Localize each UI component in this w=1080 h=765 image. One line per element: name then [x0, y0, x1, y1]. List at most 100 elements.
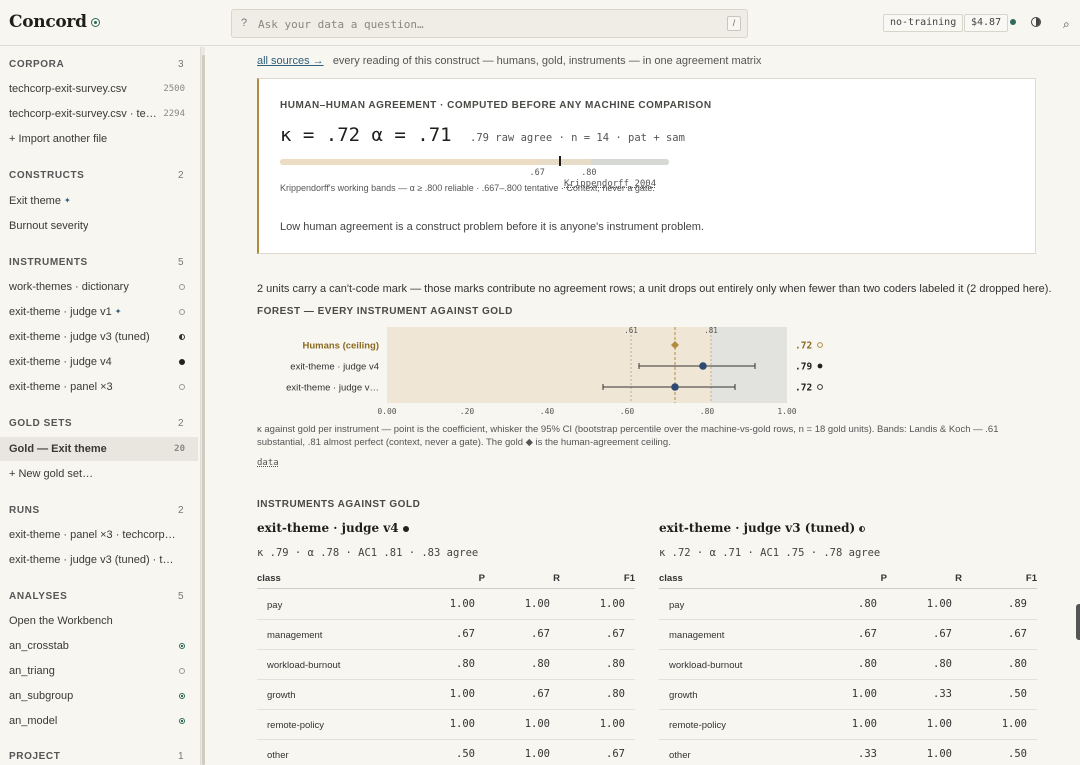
data-link[interactable]: data	[257, 458, 279, 468]
table-row[interactable]: management .67 .67 .67	[659, 620, 1037, 650]
col-header-f1: F1	[623, 573, 635, 584]
new-gold-set-link[interactable]: + New gold set…	[0, 462, 198, 486]
instrument-stats: κ .79 · α .78 · AC1 .81 · .83 agree	[257, 547, 479, 559]
instrument-name: exit-theme · judge v4	[257, 521, 409, 535]
band-tentative	[539, 159, 592, 165]
theme-toggle-icon[interactable]	[1031, 17, 1041, 27]
status-half-icon	[817, 384, 823, 390]
band-tick-label: .80	[581, 168, 597, 178]
sidebar-item-label: an_model	[9, 715, 58, 727]
plot-band-low	[387, 327, 711, 403]
table-header: class P R F1	[257, 572, 635, 589]
col-header-class: class	[257, 573, 281, 584]
recall-cell: 1.00	[524, 748, 550, 760]
table-row[interactable]: pay .80 1.00 .89	[659, 590, 1037, 620]
f1-cell: .67	[1008, 628, 1027, 640]
f1-cell: .89	[1008, 598, 1027, 610]
precision-cell: .67	[858, 628, 877, 640]
precision-cell: .80	[858, 598, 877, 610]
sidebar-item-instrument[interactable]: exit-theme · judge v1 ✦	[0, 300, 198, 324]
table-row[interactable]: growth 1.00 .67 .80	[257, 680, 635, 710]
instrument-status-icon	[402, 526, 409, 532]
human-agreement-card: HUMAN–HUMAN AGREEMENT · COMPUTED BEFORE …	[257, 78, 1036, 254]
status-empty-icon	[179, 309, 185, 315]
recall-cell: .80	[933, 658, 952, 670]
app-logo[interactable]: Concord	[9, 12, 100, 32]
class-cell: management	[267, 630, 323, 641]
sidebar-item-analysis[interactable]: an_model	[0, 709, 198, 733]
sidebar-item-instrument[interactable]: work-themes · dictionary	[0, 275, 198, 299]
sidebar-item-label: exit-theme · judge v1	[9, 306, 112, 318]
instrument-name-text: exit-theme · judge v4	[257, 521, 399, 535]
sidebar-item-analysis[interactable]: an_subgroup	[0, 684, 198, 708]
sidebar-item-run[interactable]: exit-theme · panel ×3 · techcorp-…	[0, 523, 198, 547]
sidebar-item-label: Burnout severity	[9, 220, 89, 232]
table-row[interactable]: workload-burnout .80 .80 .80	[659, 650, 1037, 680]
band-label: .61	[624, 326, 638, 335]
sidebar-item-instrument[interactable]: exit-theme · judge v3 (tuned)	[0, 325, 198, 349]
logo-dot-icon	[90, 18, 100, 27]
breadcrumb-text: every reading of this construct — humans…	[332, 55, 762, 67]
scrollbar-thumb[interactable]	[202, 55, 205, 765]
ceiling-marker-icon	[817, 342, 823, 348]
ask-box[interactable]: ? /	[231, 9, 748, 38]
kappa-marker	[559, 156, 562, 166]
f1-cell: .80	[1008, 658, 1027, 670]
col-header-r: R	[553, 573, 560, 584]
status-teal-icon	[179, 718, 185, 724]
sidebar-item-label: exit-theme · judge v3 (tuned) · t…	[9, 554, 174, 566]
sidebar-item-label: exit-theme · judge v4	[9, 356, 112, 368]
section-count: 2	[178, 170, 184, 181]
sidebar-item-analysis[interactable]: an_triang	[0, 659, 198, 683]
table-row[interactable]: remote-policy 1.00 1.00 1.00	[659, 710, 1037, 740]
cost-badge[interactable]: $4.87	[964, 14, 1009, 32]
sidebar-item-instrument[interactable]: exit-theme · judge v4	[0, 350, 198, 374]
training-badge[interactable]: no-training	[883, 14, 964, 32]
status-teal-icon	[179, 643, 185, 649]
recall-cell: 1.00	[926, 598, 952, 610]
recall-cell: 1.00	[926, 718, 952, 730]
f1-cell: .80	[606, 658, 625, 670]
point-estimate	[699, 362, 707, 370]
search-icon[interactable]: ⌕	[1063, 17, 1070, 32]
sidebar-item-construct[interactable]: Burnout severity	[0, 214, 198, 238]
card-message: Low human agreement is a construct probl…	[280, 221, 704, 233]
table-row[interactable]: management .67 .67 .67	[257, 620, 635, 650]
panel-edge-handle[interactable]	[1076, 604, 1080, 640]
class-cell: remote-policy	[267, 720, 325, 731]
table-row[interactable]: pay 1.00 1.00 1.00	[257, 590, 635, 620]
band-tick-label: .67	[529, 168, 545, 178]
forest-value-label: .72	[795, 383, 812, 394]
sidebar-item-construct[interactable]: Exit theme ✦	[0, 189, 198, 213]
f1-cell: .67	[606, 628, 625, 640]
sidebar-item-count: 20	[174, 444, 185, 454]
sidebar-item-analysis[interactable]: an_crosstab	[0, 634, 198, 658]
citation-link[interactable]: Krippendorff 2004	[564, 179, 656, 189]
table-row[interactable]: growth 1.00 .33 .50	[659, 680, 1037, 710]
sidebar-item-label: techcorp-exit-survey.csv	[9, 83, 127, 95]
table-row[interactable]: other .50 1.00 .67	[257, 740, 635, 765]
open-workbench-link[interactable]: Open the Workbench	[0, 609, 198, 633]
import-file-link[interactable]: + Import another file	[0, 127, 198, 151]
precision-cell: .80	[456, 658, 475, 670]
sidebar-item-corpus[interactable]: techcorp-exit-survey.csv 2500	[0, 77, 198, 101]
status-teal-icon	[179, 693, 185, 699]
sidebar-item-label: Exit theme	[9, 195, 61, 207]
status-half-icon	[179, 334, 185, 340]
sidebar-item-instrument[interactable]: exit-theme · panel ×3	[0, 375, 198, 399]
x-tick-label: 0.00	[377, 407, 396, 416]
table-row[interactable]: other .33 1.00 .50	[659, 740, 1037, 765]
sidebar-item-label: techcorp-exit-survey.csv · tex…	[9, 108, 157, 120]
sidebar-item-gold-set[interactable]: Gold — Exit theme 20	[0, 437, 198, 461]
f1-cell: 1.00	[1001, 718, 1027, 730]
instrument-status-icon	[859, 526, 866, 532]
forest-plot: .61 .81 Humans (ceiling) .72 exit-theme · ju…	[286, 326, 823, 416]
sidebar-item-corpus[interactable]: techcorp-exit-survey.csv · tex… 2294	[0, 102, 198, 126]
sidebar-item-run[interactable]: exit-theme · judge v3 (tuned) · t…	[0, 548, 198, 572]
question-icon: ?	[241, 17, 248, 29]
all-sources-link[interactable]: all sources →	[257, 55, 324, 67]
sidebar-scrollbar[interactable]	[200, 47, 205, 765]
table-row[interactable]: remote-policy 1.00 1.00 1.00	[257, 710, 635, 740]
table-row[interactable]: workload-burnout .80 .80 .80	[257, 650, 635, 680]
ask-input[interactable]	[258, 14, 718, 34]
